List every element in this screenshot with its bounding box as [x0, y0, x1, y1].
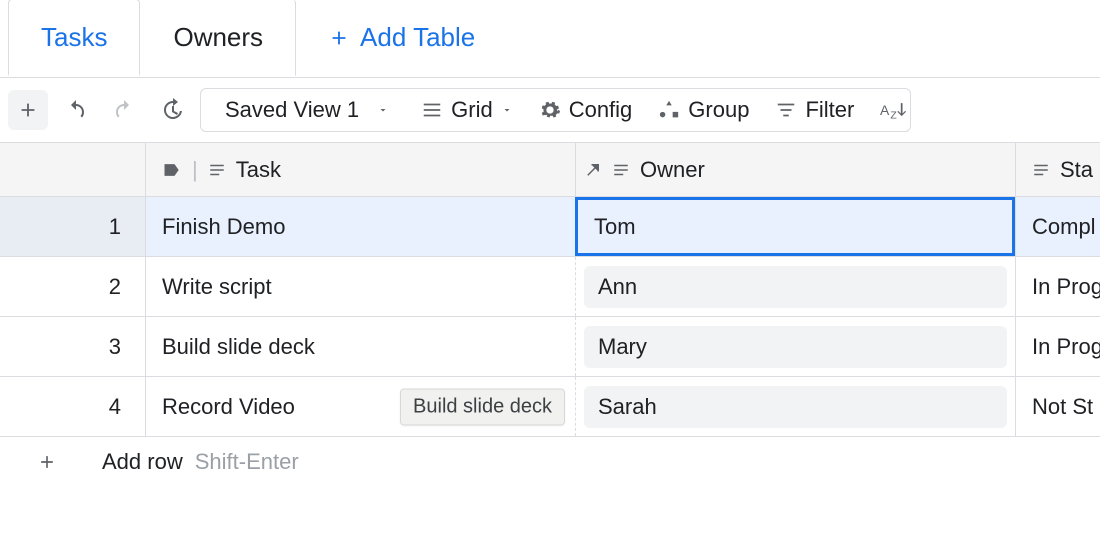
owner-chip: Mary	[584, 326, 1007, 368]
filter-button[interactable]: Filter	[765, 88, 864, 132]
cell-status-text: Compl	[1032, 214, 1096, 240]
gear-icon	[539, 99, 561, 121]
sort-az-icon: AZ	[880, 99, 906, 121]
text-lines-icon	[1032, 161, 1050, 179]
cell-status[interactable]: Compl	[1015, 197, 1100, 256]
svg-text:A: A	[880, 102, 890, 118]
text-lines-icon	[612, 161, 630, 179]
sort-button[interactable]: AZ	[870, 88, 910, 132]
insert-plus-button[interactable]	[8, 90, 48, 130]
cell-owner[interactable]: Tom	[575, 197, 1015, 256]
table-header-row: | Task Owner	[0, 143, 1100, 197]
column-owner-label: Owner	[640, 157, 705, 183]
caret-down-icon	[377, 104, 389, 116]
caret-down-icon	[501, 104, 513, 116]
table-row[interactable]: 1 Finish Demo Tom Compl	[0, 197, 1100, 257]
cell-task[interactable]: Finish Demo	[145, 197, 575, 256]
grid-label: Grid	[451, 97, 493, 123]
column-task-label: Task	[236, 157, 281, 183]
table-row[interactable]: 3 Build slide deck Mary In Prog	[0, 317, 1100, 377]
row-number: 3	[0, 317, 145, 376]
redo-button[interactable]	[104, 90, 144, 130]
cell-task[interactable]: Record Video Build slide deck	[145, 377, 575, 436]
group-icon	[658, 99, 680, 121]
plus-icon	[328, 27, 350, 49]
cell-task[interactable]: Build slide deck	[145, 317, 575, 376]
undo-button[interactable]	[56, 90, 96, 130]
history-icon	[160, 98, 184, 122]
saved-view-label: Saved View 1	[225, 97, 359, 123]
cell-task-text: Build slide deck	[162, 334, 315, 360]
cell-task[interactable]: Write script	[145, 257, 575, 316]
svg-text:Z: Z	[891, 111, 898, 121]
add-table-label: Add Table	[360, 22, 475, 53]
add-row-label: Add row	[102, 449, 183, 475]
tab-owners[interactable]: Owners	[140, 0, 296, 76]
plus-icon	[37, 452, 57, 472]
grid-layout-button[interactable]: Grid	[411, 88, 523, 132]
config-button[interactable]: Config	[529, 88, 643, 132]
cell-status-text: Not St	[1032, 394, 1093, 420]
filter-icon	[775, 99, 797, 121]
link-arrow-icon	[584, 161, 602, 179]
tab-tasks-label: Tasks	[41, 22, 107, 53]
owner-chip: Sarah	[584, 386, 1007, 428]
cell-status[interactable]: In Prog	[1015, 257, 1100, 316]
column-header-status[interactable]: Sta	[1015, 143, 1100, 196]
group-label: Group	[688, 97, 749, 123]
table: | Task Owner	[0, 142, 1100, 487]
tab-tasks[interactable]: Tasks	[8, 0, 140, 76]
cell-owner[interactable]: Mary	[575, 317, 1015, 376]
toolbar: Saved View 1 Grid Config Group	[0, 78, 1100, 142]
owner-chip: Tom	[583, 208, 1007, 246]
cell-status-text: In Prog	[1032, 334, 1100, 360]
cell-owner[interactable]: Sarah	[575, 377, 1015, 436]
group-button[interactable]: Group	[648, 88, 759, 132]
tab-owners-label: Owners	[173, 22, 263, 53]
column-header-owner[interactable]: Owner	[575, 143, 1015, 196]
text-lines-icon	[208, 161, 226, 179]
saved-view-selector[interactable]: Saved View 1	[209, 88, 405, 132]
plus-icon	[17, 99, 39, 121]
row-number: 1	[0, 197, 145, 256]
owner-chip: Ann	[584, 266, 1007, 308]
table-row[interactable]: 2 Write script Ann In Prog	[0, 257, 1100, 317]
cell-status-text: In Prog	[1032, 274, 1100, 300]
row-number-header	[0, 143, 145, 196]
cell-owner[interactable]: Ann	[575, 257, 1015, 316]
history-button[interactable]	[152, 90, 192, 130]
add-table-button[interactable]: Add Table	[296, 0, 507, 76]
config-label: Config	[569, 97, 633, 123]
cell-task-text: Write script	[162, 274, 272, 300]
add-row-hint: Shift-Enter	[195, 449, 299, 475]
row-number: 4	[0, 377, 145, 436]
undo-icon	[64, 98, 88, 122]
label-tag-icon	[162, 160, 182, 180]
tab-bar: Tasks Owners Add Table	[0, 0, 1100, 78]
cell-task-text: Finish Demo	[162, 214, 285, 240]
toolbar-right-cluster: Saved View 1 Grid Config Group	[200, 88, 911, 132]
column-header-task[interactable]: | Task	[145, 143, 575, 196]
cell-task-text: Record Video	[162, 394, 295, 420]
column-status-label: Sta	[1060, 157, 1093, 183]
row-number: 2	[0, 257, 145, 316]
tooltip: Build slide deck	[400, 388, 565, 425]
add-row[interactable]: Add row Shift-Enter	[0, 437, 1100, 487]
list-icon	[421, 99, 443, 121]
table-row[interactable]: 4 Record Video Build slide deck Sarah Not St	[0, 377, 1100, 437]
redo-icon	[112, 98, 136, 122]
cell-status[interactable]: Not St	[1015, 377, 1100, 436]
filter-label: Filter	[805, 97, 854, 123]
cell-status[interactable]: In Prog	[1015, 317, 1100, 376]
